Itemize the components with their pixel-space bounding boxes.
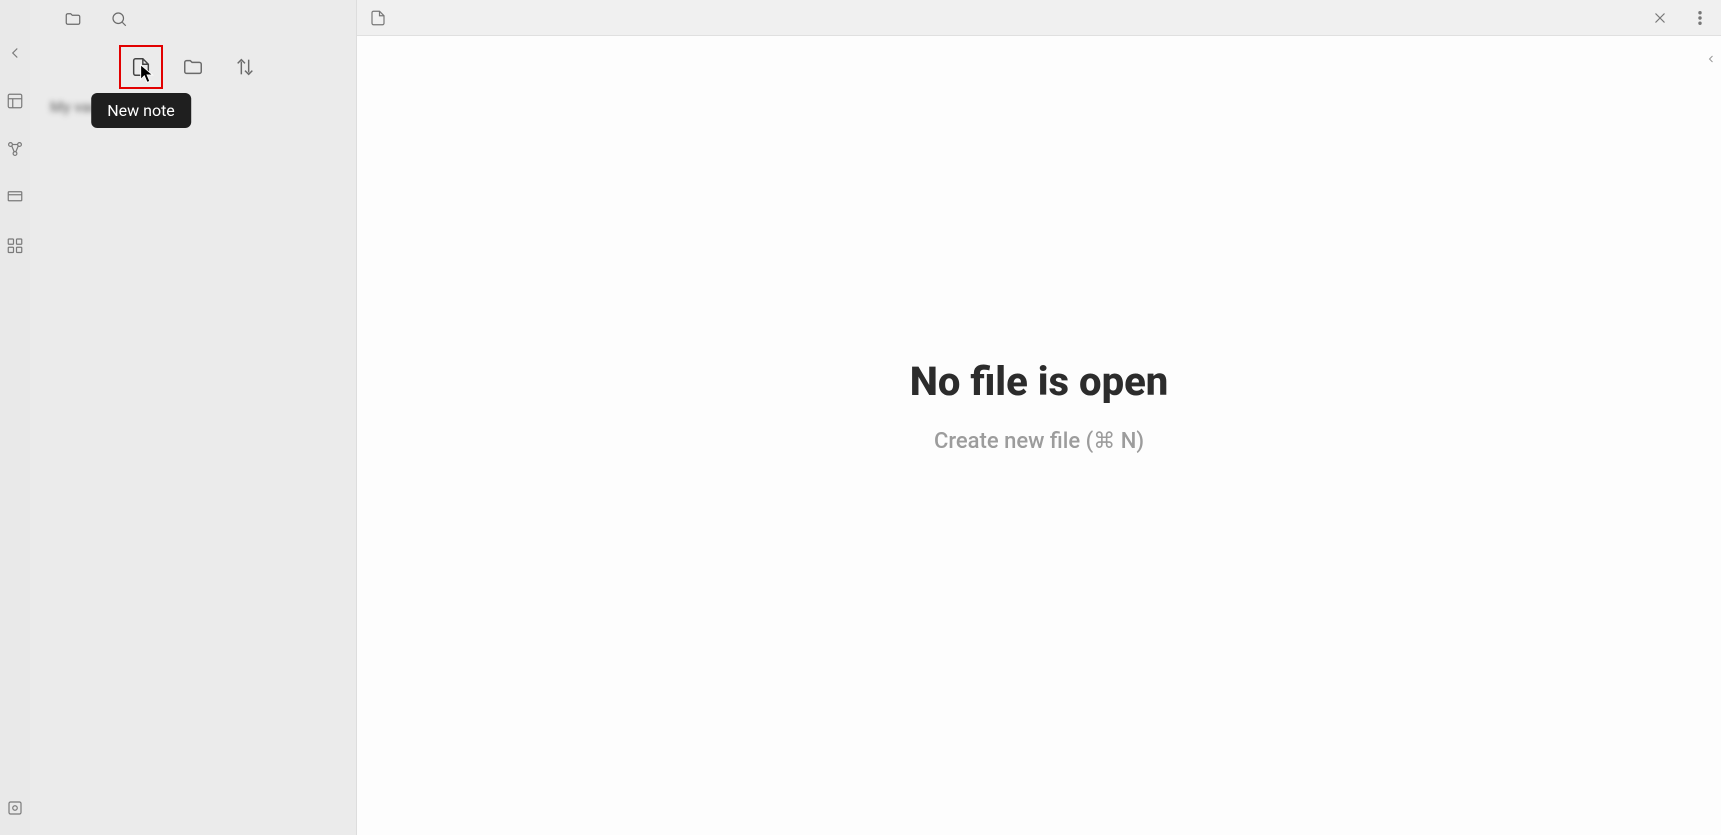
- empty-state-title: No file is open: [910, 358, 1169, 405]
- sidebar-tabs: [30, 0, 356, 34]
- command-palette-icon[interactable]: [4, 234, 26, 256]
- tooltip: New note: [91, 93, 191, 128]
- graph-icon[interactable]: [4, 138, 26, 160]
- search-icon: [110, 10, 128, 28]
- back-icon[interactable]: [4, 42, 26, 64]
- empty-state-subtitle[interactable]: Create new file (⌘ N): [934, 429, 1144, 454]
- sidebar: New note My vault: [30, 0, 356, 835]
- main-pane: No file is open Create new file (⌘ N): [356, 0, 1721, 835]
- quick-switcher-icon[interactable]: [4, 90, 26, 112]
- folder-icon: [64, 10, 82, 28]
- app-root: New note My vault: [0, 0, 1721, 835]
- vault-switcher-icon[interactable]: [4, 797, 26, 819]
- empty-state: No file is open Create new file (⌘ N): [357, 6, 1721, 805]
- vault-name: My vault: [30, 90, 356, 116]
- tab-search[interactable]: [96, 4, 142, 34]
- sort-button[interactable]: [231, 53, 259, 81]
- new-folder-button[interactable]: [179, 53, 207, 81]
- new-note-button[interactable]: New note: [127, 53, 155, 81]
- new-folder-icon: [182, 56, 204, 78]
- canvas-icon[interactable]: [4, 186, 26, 208]
- tab-files[interactable]: [50, 4, 96, 34]
- sort-icon: [234, 56, 256, 78]
- sidebar-toolbar: New note: [30, 34, 356, 90]
- left-rail: [0, 0, 30, 835]
- new-note-icon: [130, 56, 152, 78]
